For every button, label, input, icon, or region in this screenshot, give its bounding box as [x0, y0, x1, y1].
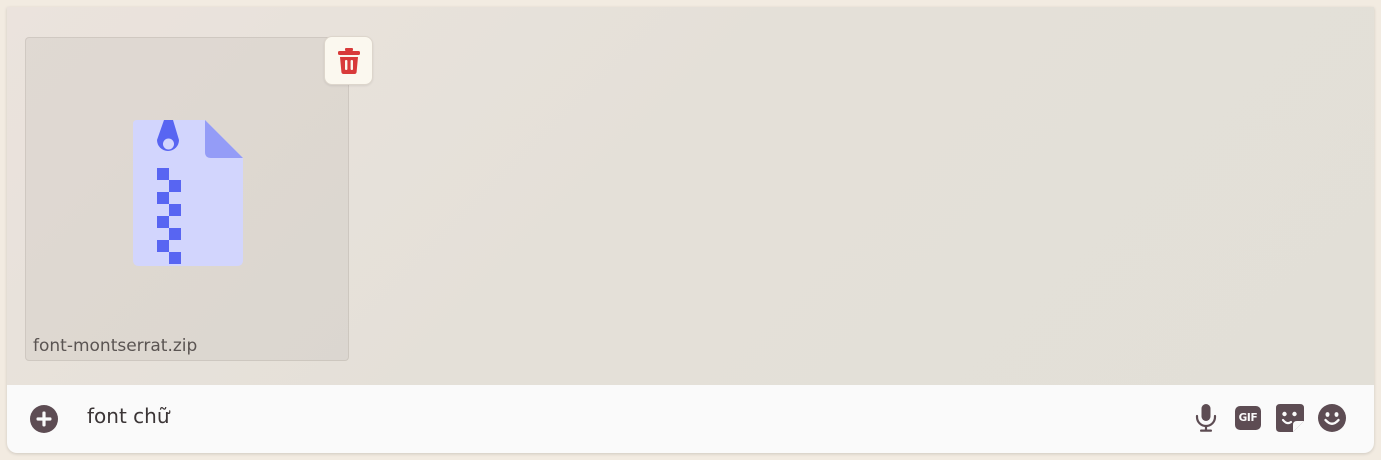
message-input[interactable]: font chữ — [87, 404, 170, 428]
attachment-card[interactable]: font-montserrat.zip — [25, 37, 349, 361]
trash-icon — [337, 47, 360, 74]
gif-icon: GIF — [1235, 406, 1261, 430]
delete-attachment-button[interactable] — [324, 36, 373, 85]
sticker-icon — [1276, 404, 1304, 432]
gif-button[interactable]: GIF — [1233, 403, 1263, 433]
microphone-icon — [1195, 404, 1217, 432]
zip-file-icon — [133, 120, 243, 266]
message-input-bar[interactable]: font chữ GIF — [7, 385, 1374, 453]
plus-circle-icon — [30, 405, 58, 433]
voice-message-button[interactable] — [1191, 403, 1221, 433]
add-attachment-button[interactable] — [29, 404, 59, 434]
emoji-button[interactable] — [1317, 403, 1347, 433]
sticker-button[interactable] — [1275, 403, 1305, 433]
message-composer: font-montserrat.zip font chữ GIF — [7, 7, 1374, 453]
attachment-file-name: font-montserrat.zip — [33, 336, 198, 356]
attachment-area: font-montserrat.zip — [7, 7, 1374, 385]
emoji-icon — [1318, 404, 1346, 432]
